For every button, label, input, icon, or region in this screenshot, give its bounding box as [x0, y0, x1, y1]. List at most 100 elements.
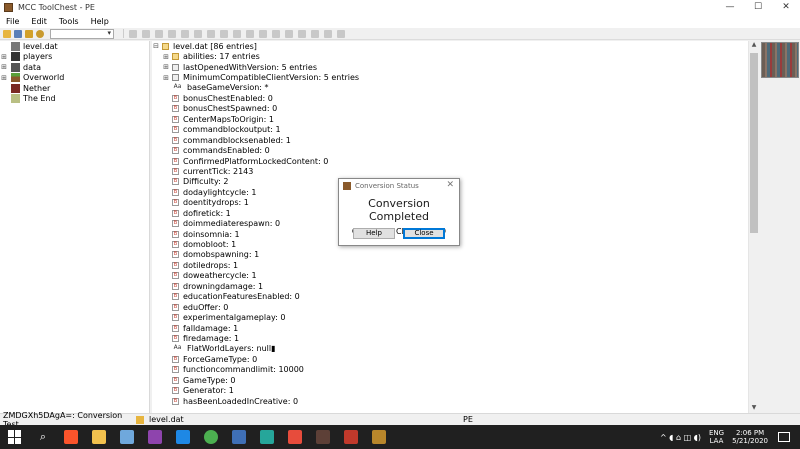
- delete-icon[interactable]: [194, 29, 202, 38]
- menu-tools[interactable]: Tools: [53, 17, 85, 26]
- copy-icon[interactable]: [142, 29, 150, 38]
- paste-icon[interactable]: [155, 29, 163, 38]
- minimize-button[interactable]: —: [716, 0, 744, 14]
- open-folder-icon[interactable]: [3, 29, 11, 38]
- world-selector-dropdown[interactable]: [50, 28, 114, 39]
- add-byte-icon[interactable]: [207, 29, 215, 38]
- add-compound-icon[interactable]: [337, 29, 345, 38]
- tree-item-the-end[interactable]: The End: [0, 94, 149, 105]
- nbt-tree-row[interactable]: Bfalldamage: 1: [152, 323, 757, 333]
- nbt-tree-row[interactable]: Bcommandblocksenabled: 1: [152, 135, 757, 145]
- file-explorer-icon[interactable]: [92, 430, 106, 444]
- add-list-icon[interactable]: [324, 29, 332, 38]
- nbt-tree-row[interactable]: BbonusChestSpawned: 0: [152, 104, 757, 114]
- tree-item-nether[interactable]: Nether: [0, 83, 149, 94]
- nbt-tree-row[interactable]: Bdotiledrops: 1: [152, 260, 757, 270]
- nbt-tree-row[interactable]: BbonusChestEnabled: 0: [152, 93, 757, 103]
- clock[interactable]: 2:06 PM 5/21/2020: [732, 429, 768, 445]
- help-button[interactable]: Help: [353, 228, 395, 239]
- list-icon: [172, 63, 179, 71]
- add-byte-array-icon[interactable]: [285, 29, 293, 38]
- image-editor-icon[interactable]: [288, 430, 302, 444]
- tree-expander[interactable]: ⊞: [162, 74, 170, 82]
- tray-icons[interactable]: ^ ◖ ⌂ ◫ ◖): [660, 433, 701, 442]
- add-float-icon[interactable]: [259, 29, 267, 38]
- add-double-icon[interactable]: [272, 29, 280, 38]
- nbt-tree-row[interactable]: B CenterMapsToOrigin: 1: [152, 114, 757, 124]
- nbt-tree-row[interactable]: B ConfirmedPlatformLockedContent: 0: [152, 156, 757, 166]
- nbt-tree-row[interactable]: B ForceGameType: 0: [152, 354, 757, 364]
- nbt-tree-row[interactable]: BeducationFeaturesEnabled: 0: [152, 292, 757, 302]
- maximize-button[interactable]: ☐: [744, 0, 772, 14]
- nbt-tree-row[interactable]: Bdrowningdamage: 1: [152, 281, 757, 291]
- vs-code-icon[interactable]: [176, 430, 190, 444]
- notification-icon[interactable]: [778, 432, 790, 442]
- add-int-array-icon[interactable]: [298, 29, 306, 38]
- add-short-icon[interactable]: [220, 29, 228, 38]
- save-icon[interactable]: [14, 29, 22, 38]
- scroll-up-icon[interactable]: ▲: [749, 41, 759, 50]
- refresh-icon[interactable]: [25, 29, 33, 38]
- menu-help[interactable]: Help: [85, 17, 115, 26]
- rename-icon[interactable]: [168, 29, 176, 38]
- find-icon[interactable]: [36, 29, 44, 38]
- tree-item-level-dat[interactable]: level.dat: [0, 41, 149, 52]
- tree-expander[interactable]: ⊞: [162, 63, 170, 71]
- add-string-icon[interactable]: [311, 29, 319, 38]
- visual-studio-icon[interactable]: [148, 430, 162, 444]
- nbt-tree-row[interactable]: Bexperimentalgameplay: 0: [152, 312, 757, 322]
- tree-expander[interactable]: ⊞: [0, 74, 8, 82]
- nbt-tree-row[interactable]: Bfunctioncommandlimit: 10000: [152, 365, 757, 375]
- nbt-tree-row[interactable]: ⊞ MinimumCompatibleClientVersion: 5 entri…: [152, 72, 757, 82]
- nbt-tree-row[interactable]: BhasBeenLoadedInCreative: 0: [152, 396, 757, 406]
- nbt-tree-row[interactable]: Bdoweathercycle: 1: [152, 271, 757, 281]
- search-icon[interactable]: ⌕: [36, 430, 50, 444]
- nbt-tree-row[interactable]: BcommandsEnabled: 0: [152, 145, 757, 155]
- edit-icon[interactable]: [181, 29, 189, 38]
- paint-icon[interactable]: [120, 430, 134, 444]
- toolchest-icon[interactable]: [344, 430, 358, 444]
- nbt-tree-row[interactable]: Bdomobspawning: 1: [152, 250, 757, 260]
- add-int-icon[interactable]: [233, 29, 241, 38]
- nbt-tree-row[interactable]: ⊞ abilities: 17 entries: [152, 51, 757, 61]
- nbt-tag-label: ConfirmedPlatformLockedContent: 0: [183, 156, 329, 166]
- language-indicator[interactable]: ENG LAA: [709, 429, 724, 445]
- nbt-tree-row[interactable]: BcurrentTick: 2143: [152, 166, 757, 176]
- tree-item-players[interactable]: ⊞ players: [0, 52, 149, 63]
- scroll-thumb[interactable]: [750, 53, 758, 233]
- tree-item-overworld[interactable]: ⊞ Overworld: [0, 73, 149, 84]
- nbt-tag-label: domobspawning: 1: [183, 250, 260, 260]
- minecraft-icon[interactable]: [316, 430, 330, 444]
- photo-viewer-icon[interactable]: [260, 430, 274, 444]
- vertical-scrollbar[interactable]: ▲ ▼: [748, 41, 758, 413]
- nbt-tree-row[interactable]: B GameType: 0: [152, 375, 757, 385]
- nbt-tree-row[interactable]: ⊞ lastOpenedWithVersion: 5 entries: [152, 62, 757, 72]
- package-icon[interactable]: [372, 430, 386, 444]
- tree-expander[interactable]: ⊟: [152, 42, 160, 50]
- close-button[interactable]: Close: [403, 228, 445, 239]
- nbt-tree-row[interactable]: Aa FlatWorldLayers: null▮: [152, 344, 757, 354]
- tree-expander[interactable]: ⊞: [0, 63, 8, 71]
- nbt-tree-row[interactable]: Bfiredamage: 1: [152, 333, 757, 343]
- toolbar: [0, 28, 800, 40]
- windows-start-icon[interactable]: [8, 430, 22, 444]
- nbt-tree-row[interactable]: BeduOffer: 0: [152, 302, 757, 312]
- file-icon: [136, 415, 144, 424]
- nbt-tree-row[interactable]: B Generator: 1: [152, 385, 757, 395]
- brave-icon[interactable]: [64, 430, 78, 444]
- close-window-button[interactable]: ✕: [772, 0, 800, 14]
- nbt-tree-row[interactable]: Bcommandblockoutput: 1: [152, 125, 757, 135]
- tree-expander[interactable]: ⊞: [162, 53, 170, 61]
- add-long-icon[interactable]: [246, 29, 254, 38]
- scroll-down-icon[interactable]: ▼: [749, 404, 759, 413]
- tree-item-data[interactable]: ⊞ data: [0, 62, 149, 73]
- tree-expander[interactable]: ⊞: [0, 53, 8, 61]
- dialog-close-icon[interactable]: ✕: [446, 180, 454, 190]
- menu-edit[interactable]: Edit: [25, 17, 53, 26]
- menu-file[interactable]: File: [0, 17, 25, 26]
- nbt-root[interactable]: ⊟ level.dat [86 entries]: [152, 41, 757, 51]
- nbt-tree-row[interactable]: Aa baseGameVersion: *: [152, 83, 757, 93]
- chrome-icon[interactable]: [204, 430, 218, 444]
- cut-icon[interactable]: [129, 29, 137, 38]
- terminal-icon[interactable]: [232, 430, 246, 444]
